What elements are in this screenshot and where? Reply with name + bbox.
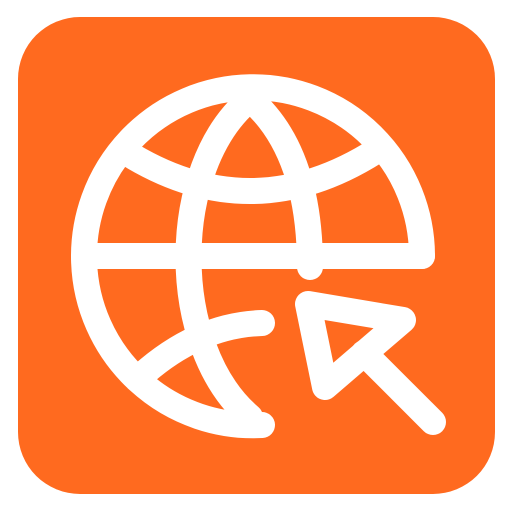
cursor-tail (351, 340, 446, 435)
icon-glyphs (71, 74, 446, 439)
web-browse-icon[interactable] (18, 17, 495, 494)
cursor-arrow-icon (295, 291, 446, 435)
canvas (0, 0, 512, 512)
globe-latitude-upper (111, 138, 389, 204)
